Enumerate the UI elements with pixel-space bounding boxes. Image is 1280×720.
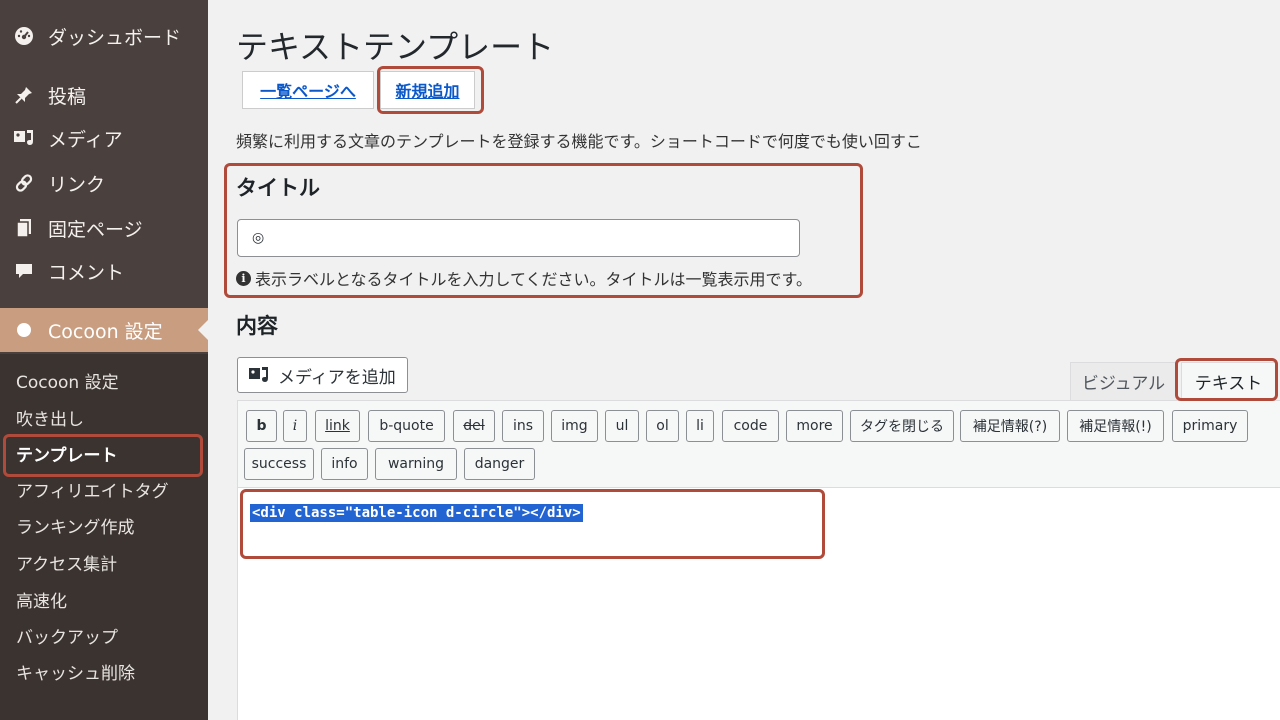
- page-description: 頻繁に利用する文章のテンプレートを登録する機能です。ショートコードで何度でも使い…: [236, 132, 922, 151]
- submenu-item-speed-up[interactable]: 高速化: [0, 582, 208, 616]
- cocoon-icon: [12, 318, 36, 342]
- content-editor[interactable]: <div class="table-icon d-circle"></div>: [237, 488, 1280, 720]
- menu-item-dashboard[interactable]: ダッシュボード: [0, 16, 208, 56]
- qt-italic-button[interactable]: i: [283, 410, 307, 442]
- qt-del-button[interactable]: del: [453, 410, 495, 442]
- dashboard-icon: [12, 24, 36, 48]
- submenu-item-affiliate-tag[interactable]: アフィリエイトタグ: [0, 472, 208, 506]
- tab-visual[interactable]: ビジュアル: [1070, 362, 1177, 400]
- qt-info-button[interactable]: info: [321, 448, 368, 480]
- add-new-link[interactable]: 新規追加: [380, 71, 475, 109]
- info-icon: i: [236, 270, 251, 286]
- qt-ul-button[interactable]: ul: [605, 410, 639, 442]
- menu-item-posts[interactable]: 投稿: [0, 75, 208, 115]
- admin-sidebar: ダッシュボード 投稿 メディア リンク 固定ページ コメント Cocoon 設定…: [0, 0, 208, 720]
- qt-warning-button[interactable]: warning: [375, 448, 457, 480]
- qt-link-button[interactable]: link: [315, 410, 360, 442]
- menu-item-pages[interactable]: 固定ページ: [0, 208, 208, 248]
- menu-label: Cocoon 設定: [48, 320, 163, 343]
- submenu-item-speech-balloon[interactable]: 吹き出し: [0, 400, 208, 434]
- editor-selected-text: <div class="table-icon d-circle"></div>: [250, 504, 583, 522]
- submenu-item-clear-cache[interactable]: キャッシュ削除: [0, 654, 208, 688]
- qt-supplement-question-button[interactable]: 補足情報(?): [960, 410, 1060, 442]
- submenu-item-ranking[interactable]: ランキング作成: [0, 508, 208, 542]
- media-icon: [248, 365, 270, 385]
- tab-text[interactable]: テキスト: [1181, 362, 1276, 400]
- title-section-label: タイトル: [236, 176, 320, 200]
- menu-item-cocoon-settings[interactable]: Cocoon 設定: [0, 308, 208, 352]
- content-section-label: 内容: [236, 314, 278, 338]
- qt-img-button[interactable]: img: [551, 410, 598, 442]
- submenu-item-access-stats[interactable]: アクセス集計: [0, 545, 208, 579]
- qt-ol-button[interactable]: ol: [646, 410, 679, 442]
- qt-blockquote-button[interactable]: b-quote: [368, 410, 445, 442]
- title-hint-text: 表示ラベルとなるタイトルを入力してください。タイトルは一覧表示用です。: [255, 270, 812, 289]
- qt-ins-button[interactable]: ins: [502, 410, 544, 442]
- menu-item-media[interactable]: メディア: [0, 118, 208, 158]
- qt-success-button[interactable]: success: [244, 448, 314, 480]
- menu-label: 投稿: [48, 85, 87, 108]
- qt-primary-button[interactable]: primary: [1172, 410, 1248, 442]
- menu-label: コメント: [48, 261, 125, 284]
- list-page-link[interactable]: 一覧ページへ: [242, 71, 374, 109]
- menu-label: リンク: [48, 173, 106, 196]
- pin-icon: [12, 83, 36, 107]
- submenu-item-cocoon-settings[interactable]: Cocoon 設定: [0, 363, 208, 397]
- menu-item-comments[interactable]: コメント: [0, 251, 208, 291]
- comment-icon: [12, 259, 36, 283]
- qt-li-button[interactable]: li: [686, 410, 714, 442]
- link-icon: [12, 171, 36, 195]
- add-media-button[interactable]: メディアを追加: [237, 357, 408, 393]
- submenu-item-template[interactable]: テンプレート: [0, 436, 208, 470]
- menu-label: 固定ページ: [48, 218, 143, 241]
- menu-item-links[interactable]: リンク: [0, 163, 208, 203]
- qt-more-button[interactable]: more: [786, 410, 843, 442]
- add-media-label: メディアを追加: [278, 367, 396, 388]
- page-title: テキストテンプレート: [236, 28, 555, 66]
- media-icon: [12, 126, 36, 150]
- title-input[interactable]: [237, 219, 800, 257]
- submenu-item-backup[interactable]: バックアップ: [0, 618, 208, 652]
- menu-label: ダッシュボード: [48, 26, 182, 49]
- title-hint: i 表示ラベルとなるタイトルを入力してください。タイトルは一覧表示用です。: [236, 266, 812, 290]
- cocoon-submenu: Cocoon 設定 吹き出し テンプレート アフィリエイトタグ ランキング作成 …: [0, 354, 208, 720]
- qt-danger-button[interactable]: danger: [464, 448, 535, 480]
- menu-label: メディア: [48, 128, 123, 151]
- qt-code-button[interactable]: code: [722, 410, 779, 442]
- qt-close-tags-button[interactable]: タグを閉じる: [850, 410, 954, 442]
- page-icon: [12, 216, 36, 240]
- qt-supplement-exclaim-button[interactable]: 補足情報(!): [1067, 410, 1164, 442]
- quicktags-toolbar: b i link b-quote del ins img ul ol li co…: [237, 400, 1280, 488]
- qt-bold-button[interactable]: b: [246, 410, 277, 442]
